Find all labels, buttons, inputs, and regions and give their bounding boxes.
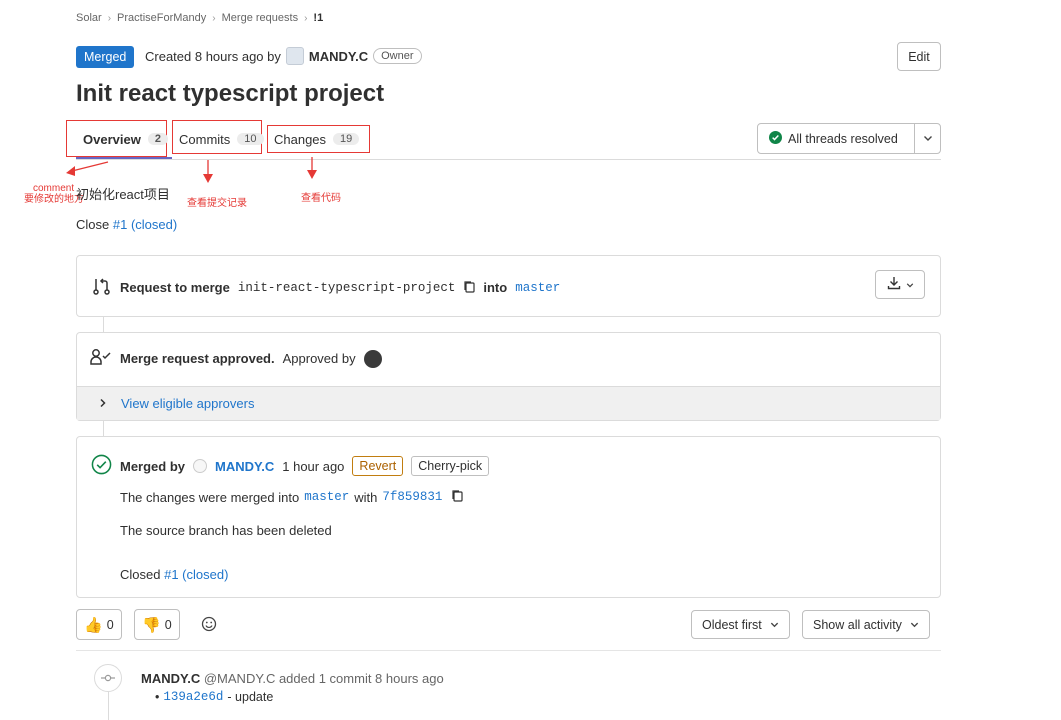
chevron-right-icon — [99, 396, 107, 411]
revert-button[interactable]: Revert — [352, 456, 404, 476]
merged-by-line: Merged by MANDY.C 1 hour ago Revert Cher… — [91, 454, 490, 478]
annotation-commits: 查看提交记录 — [187, 198, 247, 209]
copy-icon[interactable] — [451, 489, 463, 505]
chevron-down-icon — [910, 618, 919, 632]
timeline-connector — [103, 317, 104, 332]
source-deleted-text: The source branch has been deleted — [120, 523, 332, 538]
commit-sha-link[interactable]: 139a2e6d — [163, 690, 223, 704]
timeline-connector — [108, 692, 109, 720]
merge-request-icon — [92, 276, 112, 299]
annotation-comment: comment 要修改的地方 — [24, 183, 84, 205]
commit-message: - update — [227, 690, 274, 704]
merged-time: 1 hour ago — [282, 458, 345, 474]
target-branch-link[interactable]: master — [515, 281, 560, 295]
chevron-down-icon — [906, 277, 914, 292]
thumbs-down-icon: 👎 — [142, 616, 161, 634]
activity-entry: MANDY.C @MANDY.C added 1 commit 8 hours … — [141, 671, 444, 686]
download-dropdown-button[interactable] — [875, 270, 925, 299]
cherry-pick-button[interactable]: Cherry-pick — [411, 456, 490, 476]
activity-divider — [76, 650, 941, 651]
download-icon — [887, 276, 901, 293]
timeline-connector — [103, 421, 104, 436]
copy-icon[interactable] — [463, 280, 475, 296]
activity-handle[interactable]: @MANDY.C — [204, 671, 275, 686]
activity-text: added 1 commit 8 hours ago — [278, 671, 444, 686]
merged-into-line: The changes were merged into master with… — [120, 489, 463, 505]
list-item: • 139a2e6d - update — [155, 690, 273, 704]
target-branch-link[interactable]: master — [304, 490, 349, 504]
thumbs-down-button[interactable]: 👎 0 — [134, 609, 180, 640]
add-reaction-icon[interactable] — [201, 616, 217, 635]
approval-line: Merge request approved. Approved by — [90, 348, 382, 369]
bullet: • — [155, 690, 160, 704]
mr-description: 初始化react项目 — [76, 187, 170, 202]
source-branch[interactable]: init-react-typescript-project — [238, 281, 456, 295]
sort-order-dropdown[interactable]: Oldest first — [691, 610, 790, 639]
thumbs-up-button[interactable]: 👍 0 — [76, 609, 122, 640]
annotation-changes: 查看代码 — [301, 193, 341, 204]
issue-link[interactable]: #1 (closed) — [164, 567, 228, 582]
thumbs-up-icon: 👍 — [84, 616, 103, 634]
issue-link[interactable]: #1 (closed) — [113, 217, 177, 232]
check-circle-icon — [91, 454, 112, 478]
view-eligible-approvers[interactable]: View eligible approvers — [77, 386, 940, 420]
chevron-down-icon — [770, 618, 779, 632]
activity-filter-dropdown[interactable]: Show all activity — [802, 610, 930, 639]
approval-icon — [90, 348, 112, 369]
eligible-approvers-link[interactable]: View eligible approvers — [121, 396, 254, 411]
approver-avatar[interactable] — [363, 349, 382, 368]
merger-link[interactable]: MANDY.C — [215, 459, 274, 474]
commit-sha-link[interactable]: 7f859831 — [382, 490, 442, 504]
activity-user[interactable]: MANDY.C — [141, 671, 200, 686]
merger-avatar[interactable] — [193, 459, 208, 473]
commit-icon — [94, 664, 122, 692]
request-line: Request to merge init-react-typescript-p… — [92, 276, 560, 299]
closed-line: Closed #1 (closed) — [120, 567, 229, 582]
close-line: Close #1 (closed) — [76, 217, 178, 232]
